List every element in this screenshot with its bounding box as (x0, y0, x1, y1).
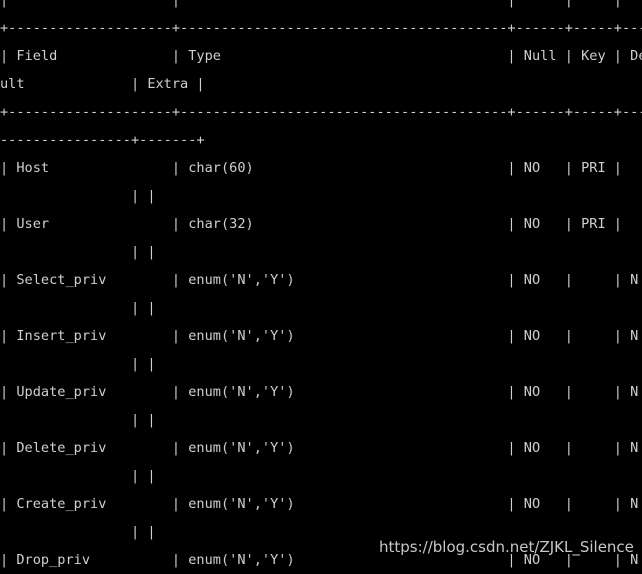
terminal-line: | Drop_priv | enum('N','Y') | NO | | N (0, 552, 642, 568)
terminal-line: ----------------+-------+ (0, 132, 205, 148)
terminal-line: | | | | | (0, 0, 642, 8)
terminal-line: | Create_priv | enum('N','Y') | NO | | N (0, 496, 642, 512)
terminal-line: | | (0, 412, 156, 428)
terminal-line: | | (0, 188, 156, 204)
terminal-line: +--------------------+------------------… (0, 104, 642, 120)
terminal-line: | | (0, 524, 156, 540)
terminal-line: +--------------------+------------------… (0, 20, 642, 36)
terminal-line: | | (0, 300, 156, 316)
terminal-line: | Insert_priv | enum('N','Y') | NO | | N (0, 328, 642, 344)
terminal-line: | Delete_priv | enum('N','Y') | NO | | N (0, 440, 642, 456)
terminal-line: | | (0, 244, 156, 260)
terminal-line: | Select_priv | enum('N','Y') | NO | | N (0, 272, 642, 288)
terminal-line: | User | char(32) | NO | PRI | (0, 216, 642, 232)
terminal-line: | Host | char(60) | NO | PRI | (0, 160, 642, 176)
terminal-line: ult | Extra | (0, 76, 205, 92)
terminal-window[interactable]: | | | | | +--------------------+--------… (0, 0, 642, 574)
terminal-line: | | (0, 356, 156, 372)
terminal-line: | | (0, 468, 156, 484)
terminal-line: | Field | Type | Null | Key | Defa (0, 48, 642, 64)
terminal-line: | Update_priv | enum('N','Y') | NO | | N (0, 384, 642, 400)
